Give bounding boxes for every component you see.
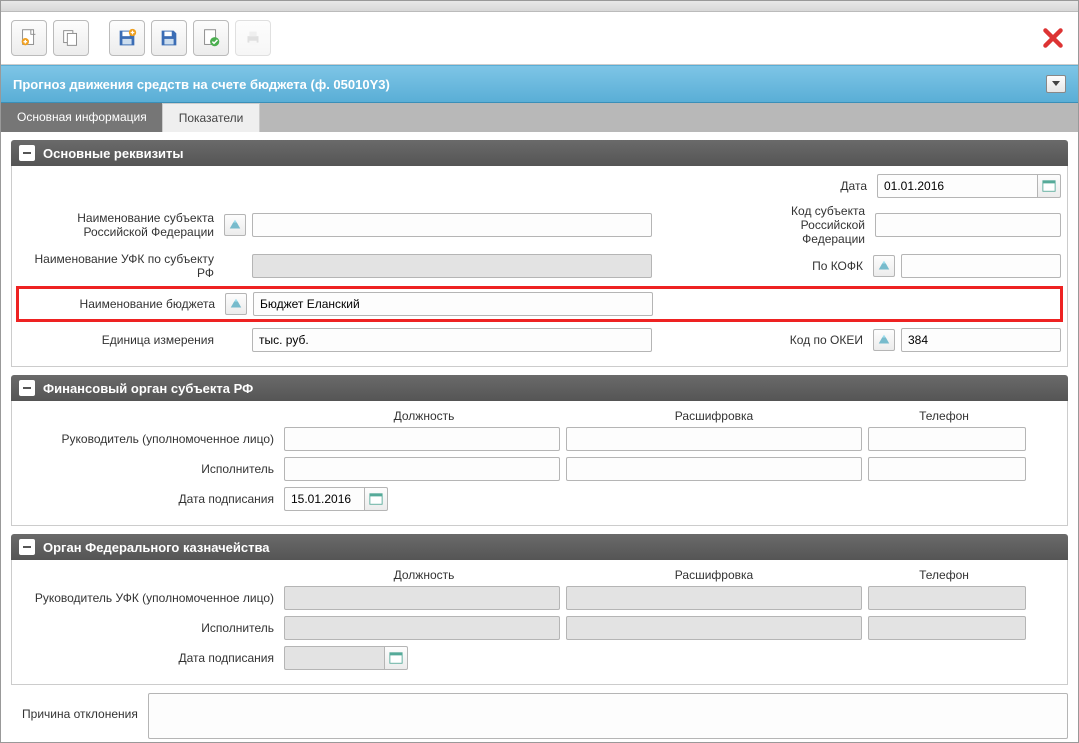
label-date: Дата (761, 179, 871, 193)
collapse-icon[interactable] (19, 145, 35, 161)
save-new-button[interactable] (109, 20, 145, 56)
fk-executor-position (284, 616, 560, 640)
section-fin: Финансовый орган субъекта РФ Должность Р… (11, 375, 1068, 526)
label-fk-executor: Исполнитель (18, 621, 278, 635)
subject-name-input[interactable] (252, 213, 652, 237)
label-unit: Единица измерения (18, 333, 218, 347)
date-field[interactable] (877, 174, 1061, 198)
okei-input[interactable] (901, 328, 1061, 352)
unit-input[interactable] (252, 328, 652, 352)
section-fin-title: Финансовый орган субъекта РФ (43, 381, 253, 396)
save-button[interactable] (151, 20, 187, 56)
fk-head-phone (868, 586, 1026, 610)
fin-executor-fullname[interactable] (566, 457, 862, 481)
section-main-title: Основные реквизиты (43, 146, 184, 161)
section-fk-header: Орган Федерального казначейства (11, 534, 1068, 560)
col-position: Должность (284, 409, 564, 423)
fin-head-fullname[interactable] (566, 427, 862, 451)
form-header: Прогноз движения средств на счете бюджет… (1, 65, 1078, 103)
fk-sign-date-field (284, 646, 408, 670)
label-kofk: По КОФК (757, 259, 867, 273)
section-fk-title: Орган Федерального казначейства (43, 540, 270, 555)
window-titlebar (1, 1, 1078, 12)
copy-doc-button[interactable] (53, 20, 89, 56)
fin-sign-date-field[interactable] (284, 487, 388, 511)
toolbar (1, 12, 1078, 65)
lookup-budget-name[interactable] (225, 293, 247, 315)
calendar-icon[interactable] (384, 646, 408, 670)
form-title: Прогноз движения средств на счете бюджет… (13, 77, 390, 92)
section-main-header: Основные реквизиты (11, 140, 1068, 166)
ufk-name-input (252, 254, 652, 278)
fk-head-position (284, 586, 560, 610)
label-subject-name: Наименование субъекта Российской Федерац… (18, 211, 218, 239)
label-fin-sign-date: Дата подписания (18, 492, 278, 506)
col-phone: Телефон (864, 568, 1024, 582)
label-fin-executor: Исполнитель (18, 462, 278, 476)
lookup-kofk[interactable] (873, 255, 895, 277)
check-doc-button[interactable] (193, 20, 229, 56)
lookup-okei[interactable] (873, 329, 895, 351)
calendar-icon[interactable] (364, 487, 388, 511)
col-fullname: Расшифровка (564, 568, 864, 582)
col-fullname: Расшифровка (564, 409, 864, 423)
budget-name-input[interactable] (253, 292, 653, 316)
section-fk: Орган Федерального казначейства Должност… (11, 534, 1068, 685)
kofk-input[interactable] (901, 254, 1061, 278)
collapse-icon[interactable] (19, 380, 35, 396)
label-budget-name: Наименование бюджета (23, 297, 219, 311)
label-ufk-name: Наименование УФК по субъекту РФ (18, 252, 218, 280)
tab-indicators[interactable]: Показатели (162, 103, 261, 132)
label-subject-code: Код субъекта Российской Федерации (759, 204, 869, 246)
label-okei: Код по ОКЕИ (757, 333, 867, 347)
tabs: Основная информация Показатели (1, 103, 1078, 132)
close-button[interactable] (1038, 23, 1068, 53)
fin-executor-phone[interactable] (868, 457, 1026, 481)
fk-executor-fullname (566, 616, 862, 640)
print-button (235, 20, 271, 56)
fk-executor-phone (868, 616, 1026, 640)
calendar-icon[interactable] (1037, 174, 1061, 198)
label-reject-reason: Причина отклонения (11, 693, 142, 721)
fin-sign-date-input[interactable] (284, 487, 364, 511)
content-area: Основные реквизиты Дата Наименование суб… (1, 132, 1078, 742)
section-main: Основные реквизиты Дата Наименование суб… (11, 140, 1068, 367)
header-dropdown[interactable] (1046, 75, 1066, 93)
lookup-subject-name[interactable] (224, 214, 246, 236)
fin-head-position[interactable] (284, 427, 560, 451)
col-phone: Телефон (864, 409, 1024, 423)
label-fin-head: Руководитель (уполномоченное лицо) (18, 432, 278, 446)
collapse-icon[interactable] (19, 539, 35, 555)
reject-reason-input[interactable] (148, 693, 1068, 739)
section-fin-header: Финансовый орган субъекта РФ (11, 375, 1068, 401)
subject-code-input[interactable] (875, 213, 1061, 237)
label-fk-sign-date: Дата подписания (18, 651, 278, 665)
new-doc-button[interactable] (11, 20, 47, 56)
label-fk-head: Руководитель УФК (уполномоченное лицо) (18, 591, 278, 605)
tab-main-info[interactable]: Основная информация (1, 103, 163, 132)
col-position: Должность (284, 568, 564, 582)
fin-head-phone[interactable] (868, 427, 1026, 451)
fk-sign-date-input (284, 646, 384, 670)
fin-executor-position[interactable] (284, 457, 560, 481)
fk-head-fullname (566, 586, 862, 610)
date-input[interactable] (877, 174, 1037, 198)
budget-name-row: Наименование бюджета (16, 286, 1063, 322)
